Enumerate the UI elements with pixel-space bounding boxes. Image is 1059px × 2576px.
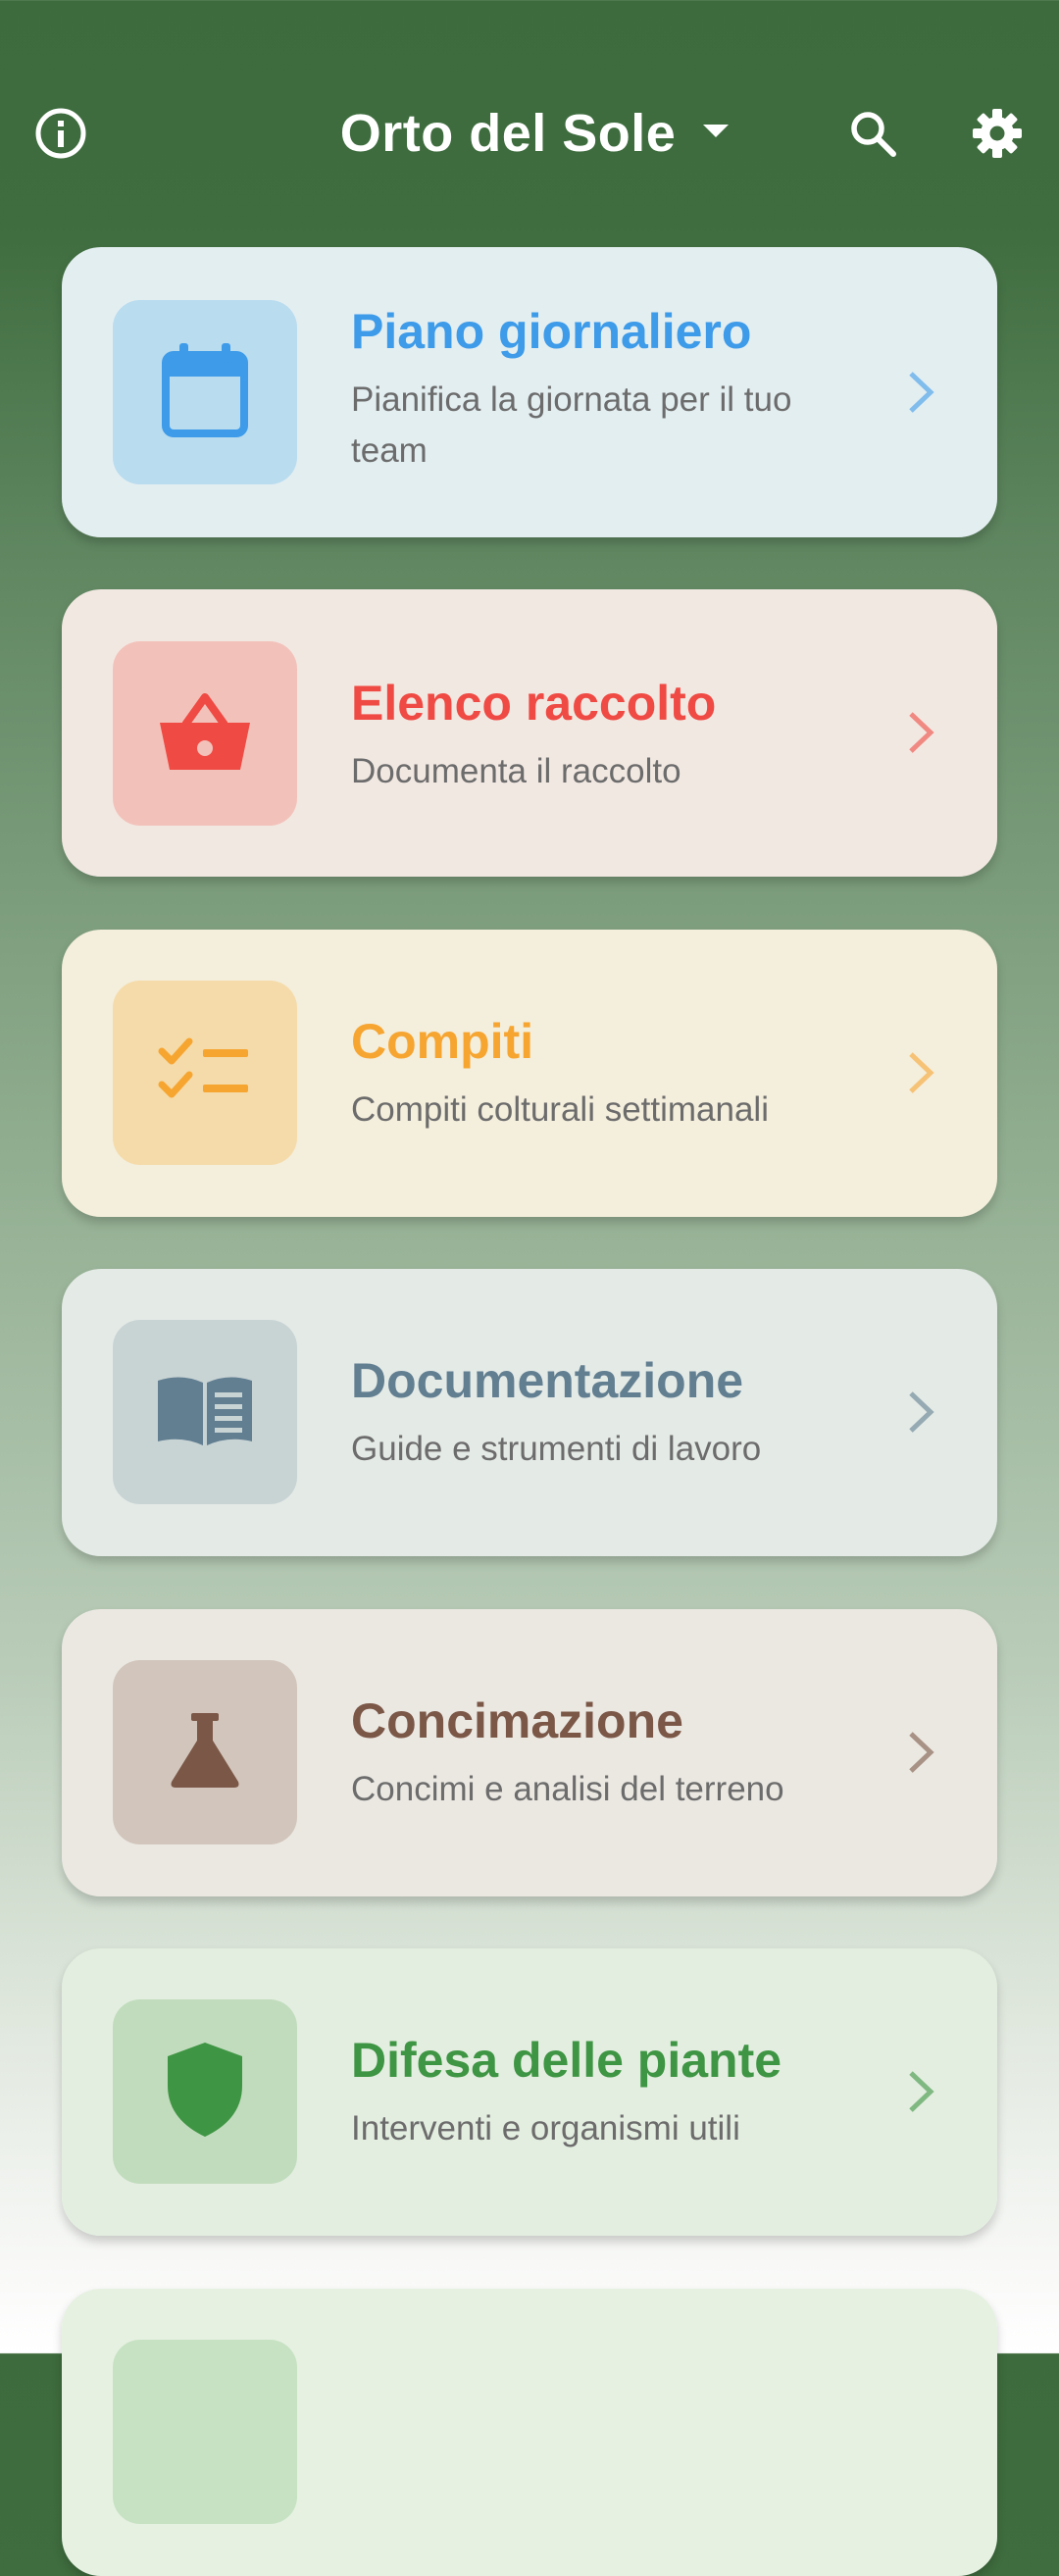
card-title: Compiti bbox=[351, 1014, 534, 1069]
app-bar: Orto del Sole bbox=[0, 0, 1059, 226]
card-icon-tile bbox=[113, 1999, 297, 2184]
card-icon-tile bbox=[113, 1320, 297, 1504]
calendar-icon bbox=[160, 341, 250, 444]
info-circle-icon bbox=[33, 106, 88, 161]
card-icon-tile bbox=[113, 981, 297, 1165]
card-elenco-raccolto[interactable]: Elenco raccolto Documenta il raccolto bbox=[62, 589, 997, 877]
card-title: Difesa delle piante bbox=[351, 2033, 782, 2088]
info-button[interactable] bbox=[20, 92, 102, 175]
chevron-right-icon bbox=[901, 708, 940, 757]
card-concimazione[interactable]: Concimazione Concimi e analisi del terre… bbox=[62, 1609, 997, 1896]
chevron-right-icon bbox=[901, 368, 940, 417]
card-difesa-delle-piante[interactable]: Difesa delle piante Interventi e organis… bbox=[62, 1948, 997, 2236]
search-button[interactable] bbox=[832, 92, 914, 175]
card-title: Documentazione bbox=[351, 1353, 744, 1408]
card-piano-giornaliero[interactable]: Piano giornaliero Pianifica la giornata … bbox=[62, 247, 997, 537]
card-icon-tile bbox=[113, 1660, 297, 1844]
card-title: Elenco raccolto bbox=[351, 676, 717, 731]
chevron-right-icon bbox=[901, 1388, 940, 1437]
page-title: Orto del Sole bbox=[339, 104, 677, 163]
card-title: Concimazione bbox=[351, 1693, 683, 1748]
basket-icon bbox=[156, 687, 254, 781]
card-subtitle: Interventi e organismi utili bbox=[351, 2109, 740, 2147]
card-subtitle: Pianifica la giornata per il tuo team bbox=[351, 380, 792, 470]
chevron-right-icon bbox=[901, 2067, 940, 2116]
card-subtitle: Concimi e analisi del terreno bbox=[351, 1770, 784, 1808]
shield-icon bbox=[164, 2041, 246, 2144]
search-icon bbox=[847, 108, 898, 159]
card-subtitle: Compiti colturali settimanali bbox=[351, 1090, 769, 1129]
card-icon-tile bbox=[113, 2340, 297, 2524]
caret-down-icon bbox=[703, 124, 730, 143]
chevron-right-icon bbox=[901, 1048, 940, 1097]
card-title: Piano giornaliero bbox=[351, 304, 752, 359]
book-icon bbox=[154, 1371, 256, 1454]
settings-button[interactable] bbox=[956, 92, 1038, 175]
card-documentazione[interactable]: Documentazione Guide e strumenti di lavo… bbox=[62, 1269, 997, 1556]
card-icon-tile bbox=[113, 641, 297, 826]
checklist-icon bbox=[158, 1035, 252, 1111]
garden-selector[interactable]: Orto del Sole bbox=[340, 103, 730, 164]
card-compiti[interactable]: Compiti Compiti colturali settimanali bbox=[62, 930, 997, 1217]
gear-icon bbox=[970, 106, 1025, 161]
flask-icon bbox=[166, 1711, 244, 1794]
card-icon-tile bbox=[113, 300, 297, 484]
chevron-right-icon bbox=[901, 1728, 940, 1777]
card-partial[interactable] bbox=[62, 2289, 997, 2576]
card-subtitle: Documenta il raccolto bbox=[351, 752, 681, 790]
card-subtitle: Guide e strumenti di lavoro bbox=[351, 1430, 762, 1468]
